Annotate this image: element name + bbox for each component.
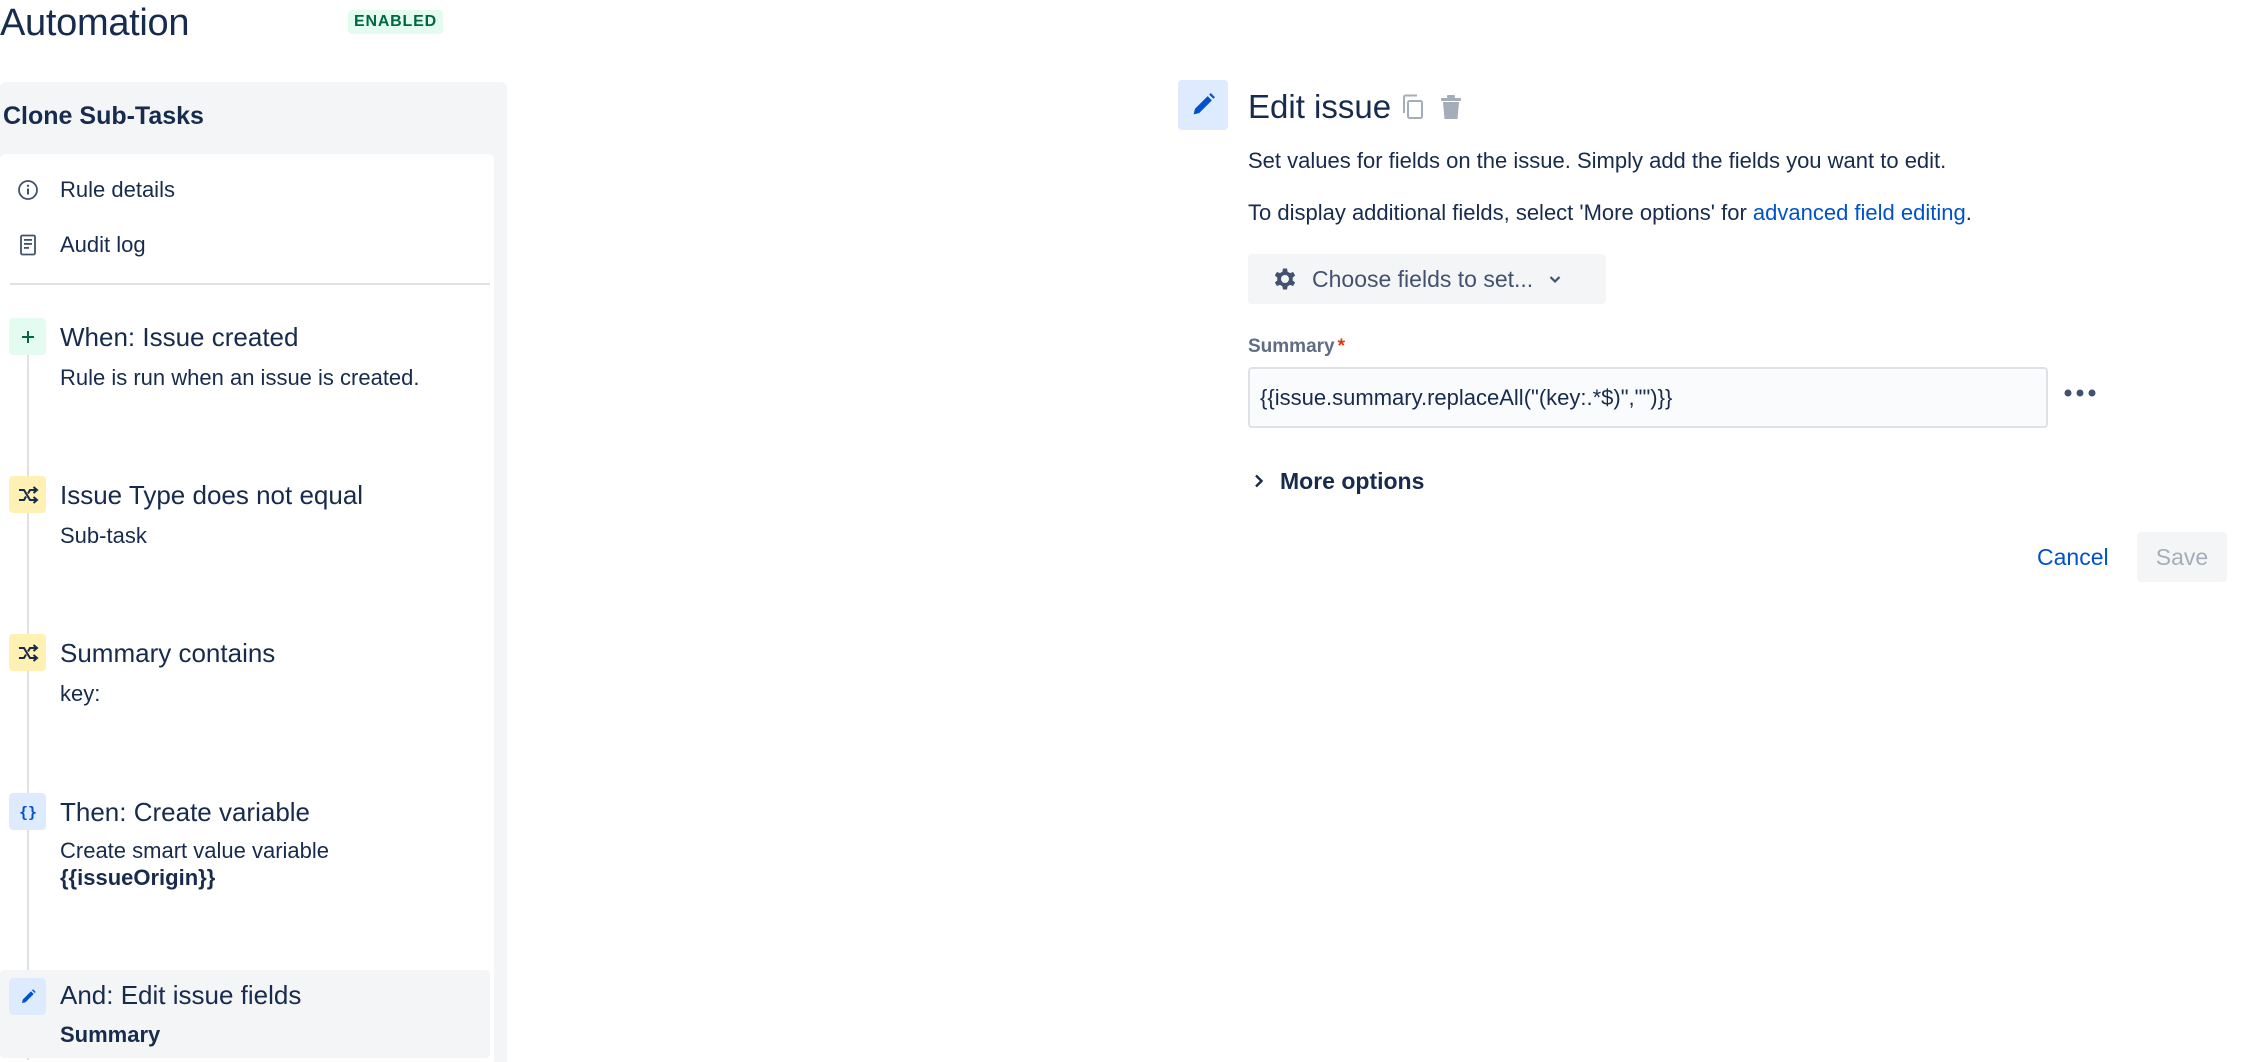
shuffle-icon	[9, 634, 46, 671]
summary-field-label: Summary *	[1248, 336, 1345, 358]
editor-description: Set values for fields on the issue. Simp…	[1248, 148, 1947, 173]
braces-icon: {}	[9, 793, 46, 830]
summary-input[interactable]	[1248, 367, 2048, 428]
save-button[interactable]: Save	[2137, 532, 2227, 582]
step-title: And: Edit issue fields	[60, 980, 302, 1010]
required-marker: *	[1337, 336, 1346, 357]
status-badge: ENABLED	[348, 10, 443, 34]
plus-icon	[9, 318, 46, 355]
step-description: Create smart value variable	[60, 838, 330, 863]
shuffle-icon	[9, 476, 46, 513]
info-icon	[16, 178, 40, 202]
rule-name: Clone Sub-Tasks	[3, 102, 204, 130]
editor-description-advanced: To display additional fields, select 'Mo…	[1248, 200, 1972, 226]
pencil-icon	[1178, 80, 1228, 130]
svg-text:{}: {}	[18, 803, 36, 821]
editor-description-period: .	[1965, 200, 1972, 225]
rule-step-condition-summary[interactable]: Summary contains key:	[0, 631, 490, 741]
rule-step-condition-issue-type[interactable]: Issue Type does not equal Sub-task	[0, 473, 490, 583]
more-horizontal-icon[interactable]	[2060, 378, 2100, 408]
editor-description-text: To display additional fields, select 'Mo…	[1248, 200, 1753, 225]
choose-fields-button[interactable]: Choose fields to set...	[1248, 254, 1606, 304]
sidebar-divider	[10, 283, 490, 285]
sidebar-item-label: Audit log	[60, 232, 146, 257]
document-icon	[16, 233, 40, 257]
summary-label-text: Summary	[1248, 336, 1335, 357]
trash-icon[interactable]	[1436, 92, 1466, 122]
copy-icon[interactable]	[1398, 92, 1428, 122]
cancel-button[interactable]: Cancel	[2025, 532, 2121, 582]
step-title: Issue Type does not equal	[60, 480, 364, 510]
choose-fields-label: Choose fields to set...	[1312, 265, 1534, 292]
rule-sidebar-panel	[0, 154, 494, 1062]
more-options-label: More options	[1280, 467, 1425, 494]
step-title: When: Issue created	[60, 322, 299, 352]
rule-step-action-create-variable[interactable]: {} Then: Create variable Create smart va…	[0, 790, 490, 900]
sidebar-item-label: Rule details	[60, 177, 175, 202]
step-description: Sub-task	[60, 523, 147, 548]
chevron-down-icon	[1547, 271, 1563, 287]
sidebar-item-audit-log[interactable]: Audit log	[0, 225, 490, 265]
rule-step-trigger[interactable]: When: Issue created Rule is run when an …	[0, 315, 490, 425]
pencil-icon	[9, 978, 46, 1015]
step-description: Summary	[60, 1022, 161, 1047]
step-description-variable: {{issueOrigin}}	[60, 865, 216, 890]
advanced-field-editing-link[interactable]: advanced field editing	[1753, 200, 1966, 225]
step-title: Then: Create variable	[60, 797, 311, 827]
step-description: key:	[60, 681, 101, 706]
sidebar-item-rule-details[interactable]: Rule details	[0, 170, 490, 210]
chevron-right-icon	[1252, 472, 1266, 490]
gear-icon	[1270, 264, 1300, 294]
step-title: Summary contains	[60, 638, 276, 668]
more-options-toggle[interactable]: More options	[1252, 466, 1424, 496]
rule-step-action-edit-issue[interactable]: And: Edit issue fields Summary	[0, 970, 490, 1058]
step-description: Rule is run when an issue is created.	[60, 365, 420, 390]
editor-title: Edit issue	[1248, 88, 1392, 125]
page-title: Automation	[0, 2, 190, 44]
